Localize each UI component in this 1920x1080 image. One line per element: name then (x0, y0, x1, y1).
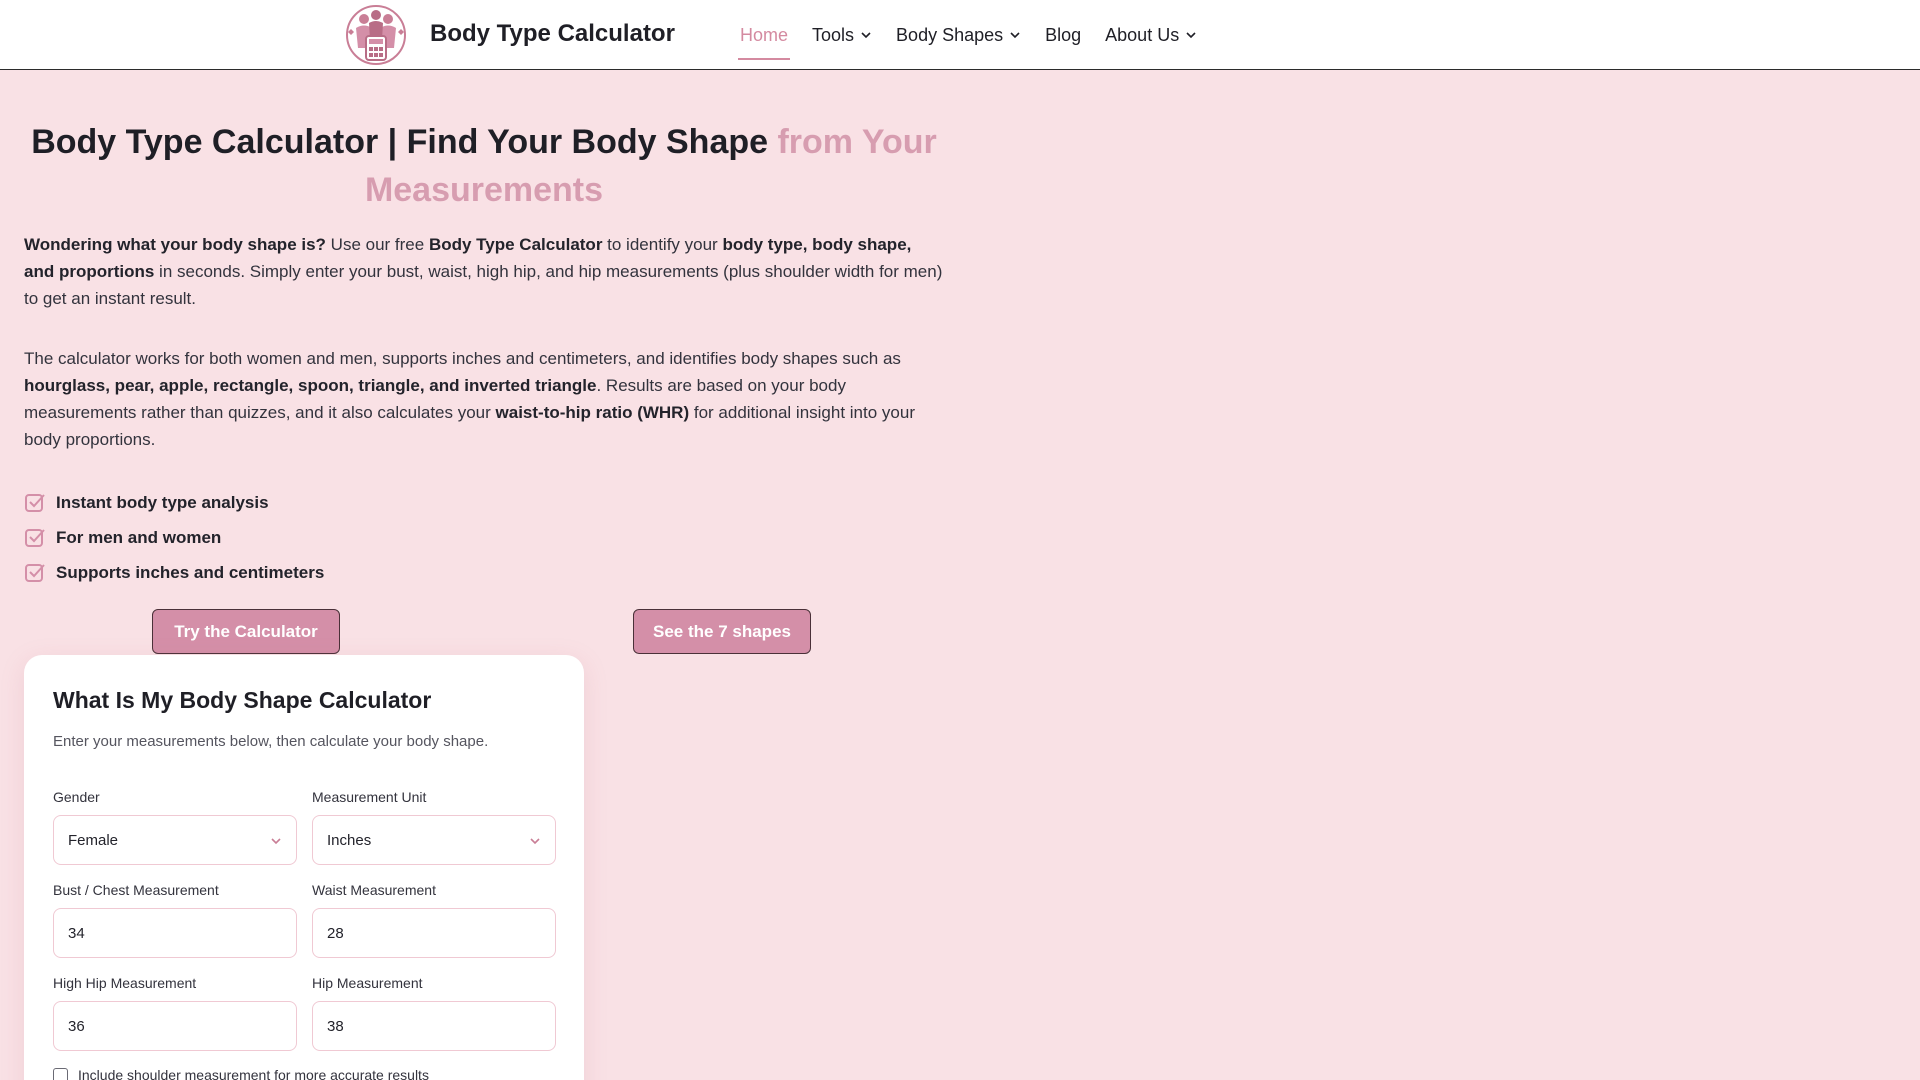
feature-list: Instant body type analysis For men and w… (24, 485, 324, 590)
chevron-down-icon (271, 838, 281, 845)
try-calculator-button[interactable]: Try the Calculator (152, 609, 340, 654)
high-hip-input[interactable]: 36 (53, 1001, 297, 1051)
high-hip-label: High Hip Measurement (53, 975, 197, 991)
bust-value: 34 (68, 924, 85, 942)
bust-input[interactable]: 34 (53, 908, 297, 958)
description-text: The calculator works for both women and … (24, 349, 901, 368)
gender-value: Female (68, 831, 119, 849)
page-title-main: Body Type Calculator | Find Your Body Sh… (31, 123, 769, 161)
intro-strong: Body Type Calculator (428, 235, 603, 254)
shoulder-checkbox-label[interactable]: Include shoulder measurement for more ac… (78, 1067, 429, 1080)
hip-input[interactable]: 38 (312, 1001, 556, 1051)
checkbox-checked-icon (25, 528, 45, 547)
unit-select[interactable]: Inches (312, 815, 556, 865)
feature-item: For men and women (24, 520, 324, 555)
site-header: Body Type Calculator Home Tools Body Sha… (0, 0, 1920, 70)
intro-text: in seconds. Simply enter your bust, wais… (24, 262, 943, 308)
chevron-down-icon (861, 32, 871, 39)
feature-item: Instant body type analysis (24, 485, 324, 520)
waist-input[interactable]: 28 (312, 908, 556, 958)
calculator-card: What Is My Body Shape Calculator Enter y… (24, 655, 584, 1080)
chevron-down-icon (1186, 32, 1196, 39)
shoulder-option: Include shoulder measurement for more ac… (53, 1067, 429, 1080)
feature-label: Supports inches and centimeters (56, 562, 325, 582)
intro-text: Use our free (325, 235, 429, 254)
intro-lead: Wondering what your body shape is? (24, 235, 326, 254)
unit-value: Inches (327, 831, 372, 849)
chevron-down-icon (530, 838, 540, 845)
site-title[interactable]: Body Type Calculator (430, 20, 675, 48)
unit-label: Measurement Unit (312, 789, 427, 805)
nav-tools-label: Tools (812, 24, 855, 45)
nav-blog[interactable]: Blog (1043, 0, 1083, 70)
nav-home[interactable]: Home (738, 0, 791, 70)
intro-text: to identify your (602, 235, 723, 254)
description-strong: hourglass, pear, apple, rectangle, spoon… (24, 376, 597, 395)
intro-paragraph: Wondering what your body shape is? Use o… (24, 231, 944, 312)
calculator-subtitle: Enter your measurements below, then calc… (53, 733, 489, 750)
nav-home-label: Home (740, 24, 789, 45)
see-shapes-button[interactable]: See the 7 shapes (633, 609, 811, 654)
bust-label: Bust / Chest Measurement (53, 882, 219, 898)
description-paragraph: The calculator works for both women and … (24, 345, 944, 453)
feature-item: Supports inches and centimeters (24, 555, 324, 590)
nav-about-us[interactable]: About Us (1103, 0, 1199, 70)
hip-value: 38 (327, 1017, 344, 1035)
nav-blog-label: Blog (1045, 24, 1082, 45)
description-strong: waist-to-hip ratio (WHR) (495, 403, 690, 422)
nav-body-shapes-label: Body Shapes (896, 24, 1004, 45)
gender-label: Gender (53, 789, 100, 805)
nav-tools[interactable]: Tools (810, 0, 874, 70)
checkbox-checked-icon (25, 493, 45, 512)
calculator-title: What Is My Body Shape Calculator (53, 687, 432, 713)
hip-label: Hip Measurement (312, 975, 423, 991)
checkbox-checked-icon (25, 563, 45, 582)
page-title: Body Type Calculator | Find Your Body Sh… (24, 118, 944, 214)
feature-label: For men and women (56, 527, 222, 547)
shoulder-checkbox[interactable] (53, 1067, 68, 1080)
nav-about-us-label: About Us (1105, 24, 1180, 45)
gender-select[interactable]: Female (53, 815, 297, 865)
nav-body-shapes[interactable]: Body Shapes (894, 0, 1023, 70)
waist-value: 28 (327, 924, 344, 942)
high-hip-value: 36 (68, 1017, 85, 1035)
body-calculator-logo-icon[interactable] (340, 4, 412, 66)
chevron-down-icon (1010, 32, 1020, 39)
waist-label: Waist Measurement (312, 882, 436, 898)
main-nav: Home Tools Body Shapes Blog About Us (738, 0, 1199, 70)
feature-label: Instant body type analysis (56, 492, 269, 512)
